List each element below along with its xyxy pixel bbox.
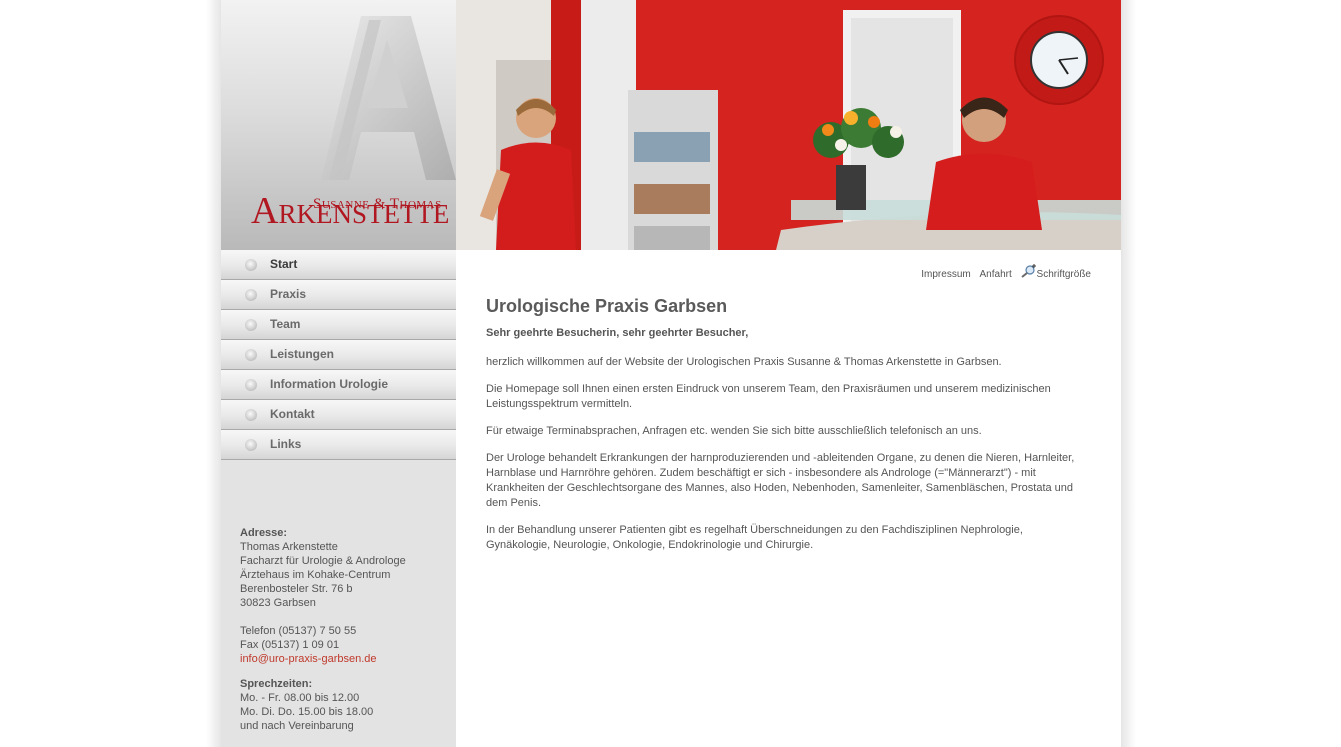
bullet-icon: [245, 259, 257, 271]
logo[interactable]: Susanne & Thomas Arkenstette: [221, 0, 456, 250]
bullet-icon: [245, 319, 257, 331]
hours-line: und nach Vereinbarung: [240, 720, 354, 732]
address-line: 30823 Garbsen: [240, 597, 316, 609]
nav-item-label: Praxis: [270, 287, 307, 301]
zoom-in-icon[interactable]: [1020, 264, 1037, 278]
nav-item-leistungen[interactable]: Leistungen: [221, 340, 456, 370]
address-line: Thomas Arkenstette: [240, 541, 338, 553]
page-shadow-left: [206, 0, 221, 747]
bullet-icon: [245, 349, 257, 361]
nav-item-label: Team: [270, 317, 301, 331]
nav-item-links[interactable]: Links: [221, 430, 456, 460]
sidebar: Start Praxis Team Leistungen Information…: [221, 250, 456, 747]
address-line: Ärztehaus im Kohake-Centrum: [240, 569, 391, 581]
bullet-icon: [245, 439, 257, 451]
address-line: Facharzt für Urologie & Androloge: [240, 555, 406, 567]
bullet-icon: [245, 289, 257, 301]
bullet-icon: [245, 409, 257, 421]
nav-item-label: Leistungen: [270, 347, 335, 361]
bullet-icon: [245, 379, 257, 391]
hero-photo: [456, 0, 1121, 250]
font-size-link[interactable]: Schriftgröße: [1037, 269, 1091, 280]
nav-item-praxis[interactable]: Praxis: [221, 280, 456, 310]
nav-item-label: Start: [270, 257, 298, 271]
nav-item-kontakt[interactable]: Kontakt: [221, 400, 456, 430]
page: Susanne & Thomas Arkenstette Start Praxi…: [221, 0, 1121, 747]
phone-number: Telefon (05137) 7 50 55: [240, 625, 357, 637]
address-block: Adresse: Thomas Arkenstette Facharzt für…: [240, 526, 440, 733]
nav-item-label: Information Urologie: [270, 377, 388, 391]
address-line: Berenbosteler Str. 76 b: [240, 583, 353, 595]
paragraph: Der Urologe behandelt Erkrankungen der h…: [486, 452, 1075, 509]
email-link[interactable]: info@uro-praxis-garbsen.de: [240, 653, 377, 665]
main-nav: Start Praxis Team Leistungen Information…: [221, 250, 456, 460]
impressum-link[interactable]: Impressum: [921, 269, 970, 280]
paragraph: herzlich willkommen auf der Website der …: [486, 356, 1002, 368]
hours-line: Mo. - Fr. 08.00 bis 12.00: [240, 692, 360, 704]
nav-item-label: Kontakt: [270, 407, 315, 421]
page-shadow-right: [1121, 0, 1136, 747]
main-content: Urologische Praxis Garbsen Sehr geehrte …: [486, 296, 1086, 565]
fax-number: Fax (05137) 1 09 01: [240, 639, 340, 651]
paragraph: Die Homepage soll Ihnen einen ersten Ein…: [486, 383, 1051, 410]
address-heading: Adresse:: [240, 527, 288, 539]
nav-item-team[interactable]: Team: [221, 310, 456, 340]
nav-item-information-urologie[interactable]: Information Urologie: [221, 370, 456, 400]
nav-item-start[interactable]: Start: [221, 250, 456, 280]
page-title: Urologische Praxis Garbsen: [486, 296, 728, 316]
greeting: Sehr geehrte Besucherin, sehr geehrter B…: [486, 327, 749, 339]
anfahrt-link[interactable]: Anfahrt: [980, 269, 1012, 280]
nav-item-label: Links: [270, 437, 302, 451]
utility-links: Impressum Anfahrt Schriftgröße: [915, 264, 1091, 280]
hours-line: Mo. Di. Do. 15.00 bis 18.00: [240, 706, 374, 718]
paragraph: In der Behandlung unserer Patienten gibt…: [486, 524, 1023, 551]
logo-title: Arkenstette: [251, 190, 450, 232]
paragraph: Für etwaige Terminabsprachen, Anfragen e…: [486, 425, 982, 437]
hours-heading: Sprechzeiten:: [240, 678, 313, 690]
